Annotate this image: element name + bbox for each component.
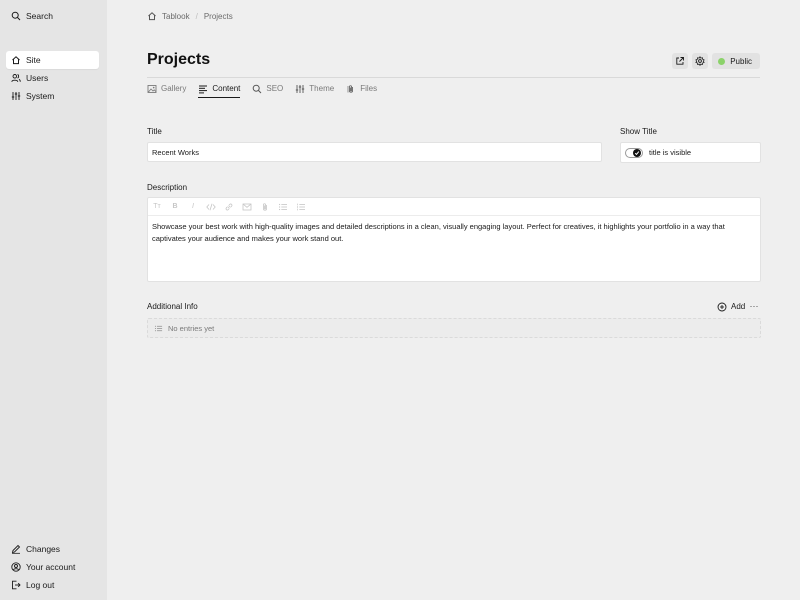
settings-button[interactable] (692, 53, 709, 69)
tab-label: Content (212, 84, 241, 93)
email-button[interactable] (242, 202, 252, 212)
status-label: Public (730, 56, 752, 66)
tab-label: SEO (266, 84, 284, 93)
page-title: Projects (147, 51, 211, 68)
sliders-icon (11, 91, 21, 101)
user-circle-icon (11, 562, 21, 572)
code-button[interactable] (206, 202, 216, 212)
paperclip-icon (263, 202, 267, 211)
description-label: Description (147, 183, 188, 192)
sidebar: Search Site Users System Changes Your ac… (0, 0, 107, 600)
tab-label: Theme (309, 84, 335, 93)
search-icon (11, 11, 21, 21)
description-editor: Tт B I Showcase your best work with high… (147, 197, 761, 282)
logout-icon (11, 580, 21, 590)
header-actions: Public (672, 53, 760, 69)
sidebar-item-label: Users (26, 73, 49, 83)
title-field-label: Title (147, 127, 162, 136)
check-icon (634, 150, 640, 155)
ordered-list-button[interactable] (296, 202, 306, 212)
status-dot (718, 57, 726, 65)
additional-info-title: Additional Info (147, 302, 198, 311)
show-title-text: title is visible (649, 148, 692, 157)
plus-circle-icon (717, 302, 727, 312)
divider (147, 77, 760, 78)
sidebar-item-label: Your account (26, 562, 76, 572)
email-icon (242, 203, 252, 210)
editor-toolbar: Tт B I (148, 198, 760, 216)
home-icon[interactable] (147, 11, 157, 21)
image-icon (147, 84, 157, 94)
sidebar-item-label: Log out (26, 580, 55, 590)
users-icon (11, 73, 21, 83)
breadcrumb-separator: / (195, 11, 198, 21)
sidebar-search[interactable]: Search (6, 7, 99, 25)
text-align-icon (198, 84, 208, 94)
add-entry-label: Add (731, 302, 746, 311)
tab-bar: Gallery Content SEO Theme Files (147, 82, 377, 98)
tab-seo[interactable]: SEO (252, 82, 283, 95)
tab-content[interactable]: Content (198, 82, 241, 98)
show-title-field: title is visible (620, 142, 761, 163)
bold-button[interactable]: B (170, 202, 180, 212)
show-title-label: Show Title (620, 127, 657, 136)
file-button[interactable] (260, 202, 270, 212)
title-input-value: Recent Works (152, 147, 199, 157)
sliders-icon (295, 84, 305, 94)
ordered-list-icon (297, 203, 305, 210)
visibility-status-button[interactable]: Public (712, 53, 760, 69)
sidebar-item-label: System (26, 91, 55, 101)
breadcrumb-item-tablook[interactable]: Tablook (162, 12, 190, 21)
tab-label: Gallery (161, 84, 187, 93)
more-options-button[interactable]: ⋯ (747, 300, 761, 313)
sidebar-item-changes[interactable]: Changes (6, 540, 99, 558)
italic-button[interactable]: I (188, 202, 198, 212)
description-text[interactable]: Showcase your best work with high-qualit… (148, 216, 760, 249)
open-link-button[interactable] (672, 53, 689, 69)
show-title-toggle[interactable] (625, 147, 643, 158)
tab-label: Files (360, 84, 378, 93)
sidebar-item-logout[interactable]: Log out (6, 576, 99, 594)
bullet-list-button[interactable] (278, 202, 288, 212)
gear-icon (695, 56, 705, 66)
link-icon (225, 203, 233, 210)
external-link-icon (675, 56, 685, 66)
code-icon (206, 203, 216, 210)
breadcrumb: Tablook / Projects (147, 10, 233, 22)
sidebar-item-label: Site (26, 55, 41, 65)
headings-button[interactable]: Tт (152, 202, 162, 212)
main-content: Tablook / Projects Projects Public Galle… (107, 0, 800, 600)
title-input[interactable]: Recent Works (147, 142, 602, 162)
add-entry-button[interactable]: Add (714, 300, 748, 313)
empty-entries-box: No entries yet (147, 318, 761, 338)
tab-theme[interactable]: Theme (295, 82, 334, 95)
paperclip-icon (346, 84, 356, 94)
sidebar-item-account[interactable]: Your account (6, 558, 99, 576)
search-icon (252, 84, 262, 94)
bullet-list-icon (279, 203, 287, 210)
sidebar-item-site[interactable]: Site (6, 51, 99, 69)
link-button[interactable] (224, 202, 234, 212)
ellipsis-icon: ⋯ (749, 301, 759, 311)
sidebar-item-label: Changes (26, 544, 61, 554)
toggle-knob (633, 148, 641, 157)
sidebar-item-users[interactable]: Users (6, 69, 99, 87)
breadcrumb-item-projects[interactable]: Projects (204, 12, 233, 21)
list-icon (154, 324, 163, 333)
sidebar-item-system[interactable]: System (6, 87, 99, 105)
tab-files[interactable]: Files (346, 82, 377, 95)
tab-gallery[interactable]: Gallery (147, 82, 186, 95)
sidebar-search-label: Search (26, 11, 53, 21)
empty-entries-text: No entries yet (168, 323, 215, 333)
home-icon (11, 55, 21, 65)
pencil-icon (11, 544, 21, 554)
